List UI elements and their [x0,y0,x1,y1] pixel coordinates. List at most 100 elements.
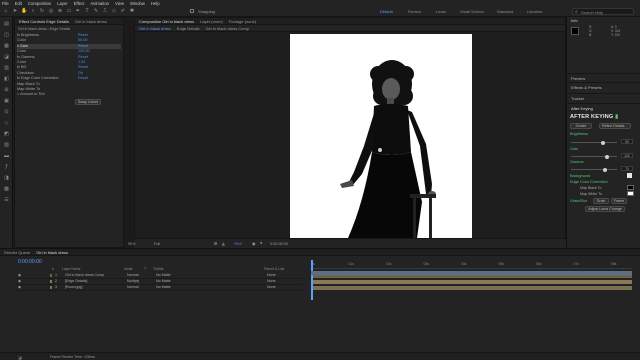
layer-mode[interactable]: Normal [127,273,139,277]
resolution-select[interactable]: Full [154,242,160,246]
adjust-luma-change-button[interactable]: Adjust Luma Change [585,206,625,212]
search-help-input[interactable]: ⌕ Search Help [572,8,634,15]
layer-parent[interactable]: None [267,285,276,289]
effect-row[interactable]: fx Brightness Reset [17,33,121,38]
effect-row[interactable]: fx Gamma Reset [17,55,121,60]
effect-row[interactable]: fx BG Reset [17,65,121,70]
layer-trkmat[interactable]: No Matte [156,279,171,283]
refine-details-select[interactable]: Refine Details [599,123,631,129]
effect-row[interactable]: Color 100.00 [17,49,121,54]
effect-row[interactable]: fx Edge Color Correction Reset [17,76,121,81]
grid-toggle-icon[interactable]: ⊞ [214,241,217,246]
gamma-value[interactable]: 70 [621,166,633,171]
layer-mode[interactable]: Normal [127,285,139,289]
effect-row-value[interactable]: 100.00 [78,49,90,53]
preview-icon[interactable]: ▣ [3,98,10,105]
effects-icon[interactable]: ◫ [3,32,10,39]
align-icon[interactable]: ▥ [3,65,10,72]
section-after-keying[interactable]: After Keying [567,103,640,111]
layer-parent[interactable]: None [267,273,276,277]
workspace-small-screen[interactable]: Small Screen [460,9,484,14]
tab-layer[interactable]: Layer (none) [200,19,223,24]
viewer-timecode[interactable]: 0:00:00:00 [270,242,288,246]
camera-tool-icon[interactable]: ◎ [48,8,54,14]
layer-trkmat[interactable]: No Matte [156,273,171,277]
crumb-girl[interactable]: Girl in black dress [139,26,171,31]
keyframe-icon[interactable]: ◇ [3,120,10,127]
puppet-tool-icon[interactable]: ✱ [129,8,135,14]
menu-layer[interactable]: Layer [57,1,67,6]
workspace-default[interactable]: Default [380,9,393,14]
crumb-comp[interactable]: Girl in black dress Comp [205,26,249,31]
audio-icon[interactable]: ▩ [3,186,10,193]
time-ruler[interactable]: 0s01s02s03s04s05s06s07s08s [311,261,632,269]
composition-canvas[interactable] [290,34,472,238]
layer-name[interactable]: [Room.jpg] [65,285,82,289]
menu-view[interactable]: View [115,1,124,6]
visibility-eye-icon[interactable]: ◉ [18,279,21,283]
layer-duration-bar[interactable] [311,286,632,290]
timeline-layer-row[interactable]: ◉ 3 [Room.jpg] Normal No Matte None [14,285,302,291]
workspace-libraries[interactable]: Libraries [527,9,542,14]
section-preview[interactable]: Preview [567,73,640,81]
section-tracker[interactable]: Tracker [567,93,640,101]
tab-girl-in-black-dress[interactable]: Girl in black dress [75,19,107,24]
gain-slider[interactable] [571,154,617,159]
tab-render-queue[interactable]: Render Queue [4,250,30,255]
gain-knob[interactable] [605,154,609,159]
layer-trkmat[interactable]: No Matte [156,285,171,289]
effect-row-value[interactable]: 1.00 [78,60,85,64]
effect-row[interactable]: v Gain Reset [17,43,121,49]
layer-color-label[interactable] [50,286,52,289]
folder-icon[interactable]: ▬ [3,153,10,160]
exposure-value[interactable]: +0.0 [234,242,242,246]
section-effects-presets[interactable]: Effects & Presets [567,82,640,90]
mask-icon[interactable]: ◩ [3,131,10,138]
effect-row-value[interactable]: Reset [78,33,88,37]
chart-icon[interactable]: ◪ [3,54,10,61]
toggle-switches-icon[interactable]: ◪ [18,355,22,360]
color-channel-icon[interactable]: ● [260,241,262,245]
effect-row-value[interactable]: On [78,71,83,75]
workspace-review[interactable]: Review [408,9,421,14]
layer-mode[interactable]: Multiply [127,279,139,283]
layer-color-label[interactable] [50,274,52,277]
menu-file[interactable]: File [2,1,9,6]
menu-edit[interactable]: Edit [15,1,22,6]
layer-parent[interactable]: None [267,279,276,283]
hand-tool-icon[interactable]: ✋ [21,8,27,14]
tab-composition[interactable]: Composition Girl in black dress [139,19,194,24]
background-checkbox[interactable] [627,173,632,178]
frame-button[interactable]: Frame [611,198,627,204]
settings-icon[interactable]: ☰ [3,197,10,204]
clone-stamp-icon[interactable]: ⎍ [102,8,108,14]
effect-row[interactable]: Color 1.00 [17,60,121,65]
map-black-swatch[interactable] [627,185,634,190]
zoom-tool-icon[interactable]: ⌕ [30,8,36,14]
menu-window[interactable]: Window [130,1,145,6]
pen-tool-icon[interactable]: ✒ [75,8,81,14]
effect-row-value[interactable]: Reset [78,55,88,59]
visibility-eye-icon[interactable]: ◉ [18,285,21,289]
gamma-knob[interactable] [603,167,607,172]
mask-toggle-icon[interactable]: ◭ [222,241,225,246]
layer-name[interactable]: [Edge Details] [65,279,87,283]
effect-row-value[interactable]: 50.00 [78,38,88,42]
menu-composition[interactable]: Composition [28,1,51,6]
project-icon[interactable]: ▤ [3,21,10,28]
layers-icon[interactable]: ◧ [3,76,10,83]
effect-row[interactable]: > Amount to Tint [17,92,121,97]
workspace-learn[interactable]: Learn [436,9,446,14]
visibility-eye-icon[interactable]: ◉ [18,273,21,277]
roto-brush-icon[interactable]: ✐ [120,8,126,14]
effect-row[interactable]: Checkbox On [17,71,121,76]
render-icon[interactable]: ▦ [3,43,10,50]
grid-icon[interactable]: ⊡ [3,109,10,116]
timeline-timecode[interactable]: 0:00:00:00 [18,259,42,265]
menu-help[interactable]: Help [151,1,160,6]
effect-row[interactable]: Color 50.00 [17,38,121,43]
brightness-value[interactable]: 50 [621,139,633,144]
workspace-standard[interactable]: Standard [497,9,513,14]
create-button[interactable]: Create [570,123,592,129]
playhead[interactable] [311,260,313,300]
